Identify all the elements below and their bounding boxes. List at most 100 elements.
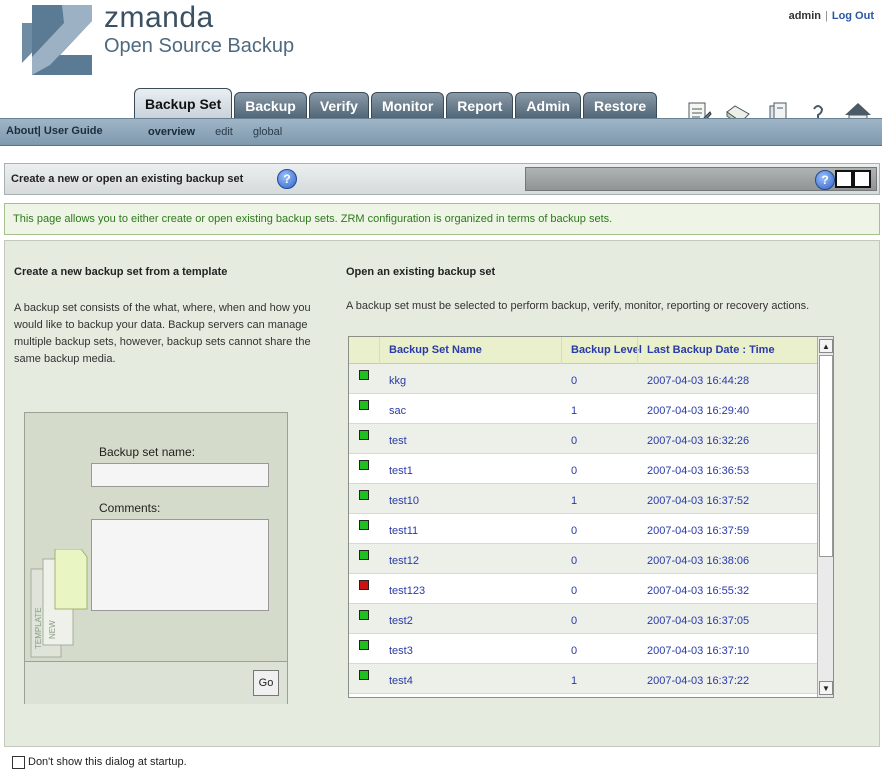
panel-help-icon[interactable]: ? — [815, 170, 835, 190]
comments-textarea[interactable] — [91, 519, 269, 611]
scroll-down-icon[interactable]: ▼ — [819, 681, 833, 695]
cell-date: 2007-04-03 16:55:32 — [647, 585, 750, 597]
brand-name: zmanda — [104, 1, 214, 34]
table-row[interactable]: test10 1 2007-04-03 16:37:52 — [349, 484, 817, 514]
bottom-bar: Don't show this dialog at startup. — [4, 750, 878, 776]
logout-link[interactable]: Log Out — [832, 10, 874, 22]
column-header-level[interactable]: Backup Level — [571, 344, 642, 356]
tab-verify[interactable]: Verify — [308, 92, 369, 119]
create-description: A backup set consists of the what, where… — [14, 302, 311, 365]
table-row[interactable]: test12 0 2007-04-03 16:38:06 — [349, 544, 817, 574]
status-green-icon — [359, 370, 369, 380]
cell-name[interactable]: kkg — [389, 375, 406, 387]
status-green-icon — [359, 550, 369, 560]
table-row[interactable]: sac 1 2007-04-03 16:29:40 — [349, 394, 817, 424]
cell-date: 2007-04-03 16:37:05 — [647, 615, 750, 627]
table-row[interactable]: test11 0 2007-04-03 16:37:59 — [349, 514, 817, 544]
brand-subtitle: Open Source Backup — [104, 35, 295, 57]
cell-level: 0 — [571, 465, 578, 477]
cell-name[interactable]: test — [389, 435, 407, 447]
cell-name[interactable]: test10 — [389, 495, 419, 507]
tab-monitor[interactable]: Monitor — [370, 92, 445, 119]
comments-label: Comments: — [99, 501, 161, 515]
dont-show-label: Don't show this dialog at startup. — [28, 756, 187, 768]
column-header-date[interactable]: Last Backup Date : Time — [647, 344, 775, 356]
cell-name[interactable]: test11 — [389, 525, 418, 537]
table-row[interactable]: test 0 2007-04-03 16:32:26 — [349, 424, 817, 454]
table-row-partial — [349, 694, 817, 697]
cell-date: 2007-04-03 16:44:28 — [647, 375, 750, 387]
cell-date: 2007-04-03 16:36:53 — [647, 465, 750, 477]
backup-set-name-label: Backup set name: — [99, 445, 196, 459]
tab-restore[interactable]: Restore — [582, 92, 658, 119]
cell-date: 2007-04-03 16:29:40 — [647, 405, 750, 417]
table-row[interactable]: kkg 0 2007-04-03 16:44:28 — [349, 364, 817, 394]
status-green-icon — [359, 400, 369, 410]
help-icon[interactable]: ? — [277, 169, 297, 189]
backup-set-table: Backup Set Name Backup Level Last Backup… — [348, 336, 834, 698]
cell-name[interactable]: test123 — [389, 585, 425, 597]
status-green-icon — [359, 460, 369, 470]
status-red-icon — [359, 580, 369, 590]
main-tabs: Backup Set Backup Verify Monitor Report Admin… — [134, 88, 658, 119]
table-scrollbar[interactable]: ▲ ▼ — [817, 337, 833, 697]
open-heading: Open an existing backup set — [346, 266, 496, 278]
page-title: Create a new or open an existing backup … — [11, 173, 244, 185]
subnav-overview[interactable]: overview — [148, 126, 195, 138]
cell-name[interactable]: test4 — [389, 675, 413, 687]
cell-date: 2007-04-03 16:32:26 — [647, 435, 750, 447]
user-links: admin | Log Out — [789, 10, 874, 22]
cell-name[interactable]: test1 — [389, 465, 413, 477]
cell-level: 0 — [571, 615, 578, 627]
about-link[interactable]: About — [6, 125, 38, 137]
table-row[interactable]: test2 0 2007-04-03 16:37:05 — [349, 604, 817, 634]
info-bar: This page allows you to either create or… — [4, 203, 880, 235]
tab-backup-set[interactable]: Backup Set — [134, 88, 233, 119]
tab-backup[interactable]: Backup — [234, 92, 307, 119]
table-row[interactable]: test3 0 2007-04-03 16:37:10 — [349, 634, 817, 664]
tab-report[interactable]: Report — [446, 92, 514, 119]
restore-window-icon[interactable] — [835, 170, 853, 188]
zmanda-logo-icon — [22, 5, 92, 75]
cell-level: 0 — [571, 375, 578, 387]
status-green-icon — [359, 610, 369, 620]
cell-level: 0 — [571, 435, 578, 447]
cell-level: 0 — [571, 585, 578, 597]
scroll-up-icon[interactable]: ▲ — [819, 339, 833, 353]
cell-date: 2007-04-03 16:38:06 — [647, 555, 750, 567]
cell-level: 1 — [571, 405, 578, 417]
table-row[interactable]: test4 1 2007-04-03 16:37:22 — [349, 664, 817, 694]
subnav-edit[interactable]: edit — [215, 126, 233, 138]
sub-nav: overview edit global — [148, 126, 282, 138]
backup-set-name-input[interactable] — [91, 463, 269, 487]
cell-name[interactable]: sac — [389, 405, 406, 417]
cell-date: 2007-04-03 16:37:22 — [647, 675, 750, 687]
cell-name[interactable]: test3 — [389, 645, 413, 657]
create-form: Backup set name: Comments: TEMPLATE NEW … — [24, 412, 288, 704]
top-links: About| User Guide — [6, 125, 103, 137]
cell-name[interactable]: test2 — [389, 615, 413, 627]
open-description: A backup set must be selected to perform… — [346, 300, 810, 312]
dont-show-checkbox[interactable] — [12, 756, 25, 769]
status-green-icon — [359, 670, 369, 680]
username: admin — [788, 10, 821, 22]
maximize-window-icon[interactable] — [853, 170, 871, 188]
go-button[interactable]: Go — [253, 670, 279, 696]
template-document-icon: TEMPLATE NEW — [30, 549, 88, 658]
scroll-thumb[interactable] — [819, 355, 833, 557]
status-green-icon — [359, 520, 369, 530]
tab-admin[interactable]: Admin — [515, 92, 581, 119]
cell-date: 2007-04-03 16:37:59 — [647, 525, 750, 537]
table-header: Backup Set Name Backup Level Last Backup… — [349, 337, 817, 364]
column-header-name[interactable]: Backup Set Name — [389, 344, 482, 356]
create-heading: Create a new backup set from a template — [14, 266, 228, 278]
user-guide-link[interactable]: User Guide — [44, 125, 103, 137]
table-row[interactable]: test123 0 2007-04-03 16:55:32 — [349, 574, 817, 604]
subnav-global[interactable]: global — [253, 126, 282, 138]
info-text: This page allows you to either create or… — [13, 213, 613, 225]
table-row[interactable]: test1 0 2007-04-03 16:36:53 — [349, 454, 817, 484]
cell-name[interactable]: test12 — [389, 555, 419, 567]
status-green-icon — [359, 640, 369, 650]
title-bar: Create a new or open an existing backup … — [4, 163, 880, 195]
create-form-footer: Go — [25, 661, 287, 704]
